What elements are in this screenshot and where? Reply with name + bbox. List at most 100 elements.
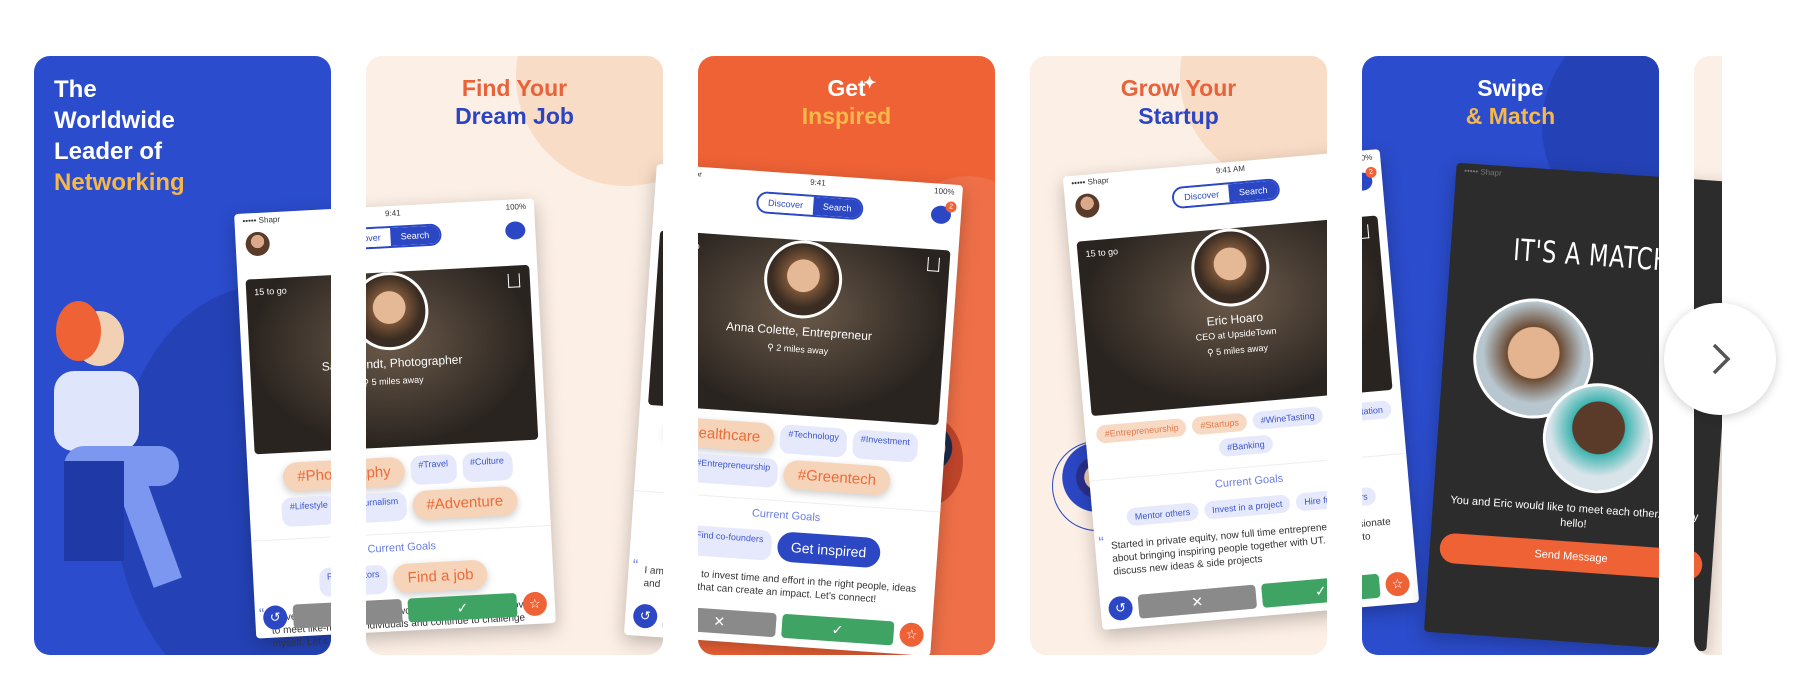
interest-tag[interactable]: #Journalism xyxy=(366,491,408,524)
skip-button[interactable]: ✕ xyxy=(698,605,777,638)
carrier: ••••• Shapr xyxy=(698,167,703,180)
discover-search-toggle[interactable]: Discover Search xyxy=(1171,177,1281,210)
interest-tag[interactable]: #Entrepreneurship xyxy=(1096,417,1188,444)
screenshot-card-4[interactable]: Grow YourStartup••••• Shapr9:41 AM100% D… xyxy=(1030,56,1327,655)
match-title: IT'S A MATCH xyxy=(1694,231,1699,281)
interest-tag[interactable]: #Travel xyxy=(409,453,457,486)
star-button[interactable]: ☆ xyxy=(522,591,548,617)
profile-card[interactable]: 15 to go Eric Hoaro CEO at UpsideTown ⚲ … xyxy=(1362,215,1393,417)
send-message-button[interactable]: Send Message xyxy=(1438,532,1659,581)
tab-search[interactable]: Search xyxy=(390,225,440,246)
goal-chip[interactable]: Invest in a project xyxy=(1203,494,1292,520)
profile-photo xyxy=(1188,225,1273,310)
interest-tag[interactable]: #Entrepreneurship xyxy=(698,452,779,489)
undo-button[interactable]: ↺ xyxy=(1107,595,1134,622)
match-message: You and Eric would like to meet each oth… xyxy=(1694,494,1699,524)
discover-search-toggle[interactable]: Discover Search xyxy=(366,223,442,251)
title-line: Leader of xyxy=(54,138,163,165)
screenshot-card-1[interactable]: The Worldwide Leader of Networking ••••• Sha… xyxy=(34,56,331,655)
location: ⚲ 5 miles away xyxy=(1362,332,1389,369)
title-line: Swipe xyxy=(1477,75,1544,101)
interest-tag[interactable]: #Banking xyxy=(1218,434,1274,458)
skip-button[interactable]: ✕ xyxy=(292,598,331,629)
screenshot-card-2[interactable]: Find YourDream Job ••••• Shapr9:41100% Di… xyxy=(366,56,663,655)
undo-button[interactable]: ↺ xyxy=(262,604,288,631)
profile-card[interactable]: 15 to go Anna Colette, Entrepreneur ⚲ 2 … xyxy=(698,230,951,426)
profile-photo xyxy=(761,237,845,321)
interest-tag[interactable]: #Technology xyxy=(779,424,848,458)
goal-chip[interactable]: Find a job xyxy=(392,559,489,594)
profile-card[interactable]: 15 to go Sarah Lindt, Photographer ⚲ 5 m… xyxy=(245,264,331,455)
goal-chip[interactable]: Find co-founders xyxy=(698,524,773,561)
star-button[interactable]: ☆ xyxy=(898,621,925,648)
interest-tag[interactable]: #Startups xyxy=(1191,412,1248,436)
title-line: Grow Your xyxy=(1120,75,1237,101)
accept-button[interactable]: ✓ xyxy=(1362,573,1381,608)
tab-discover[interactable]: Discover xyxy=(757,193,814,215)
interest-tag[interactable]: #Photography xyxy=(366,456,406,492)
interest-tag[interactable]: #Greentech xyxy=(782,459,891,496)
avatar[interactable] xyxy=(245,231,271,257)
share-icon[interactable] xyxy=(927,257,940,272)
profile-card[interactable]: 15 to go Sarah Lindt, Photographer ⚲ 5 m… xyxy=(366,264,539,455)
card-title: Find Your Dream Job xyxy=(366,74,663,130)
goal-chip[interactable]: Mentor others xyxy=(1126,502,1199,527)
interest-tag[interactable]: #Photography xyxy=(282,456,331,492)
interest-tag[interactable]: #Healthcare xyxy=(698,416,776,453)
accept-button[interactable]: ✓ xyxy=(1261,573,1327,608)
battery: 100% xyxy=(505,201,527,212)
battery: 100% xyxy=(1362,152,1373,164)
location: ⚲ 5 miles away xyxy=(366,369,535,395)
interest-tag[interactable]: #Lifestyle xyxy=(281,495,331,528)
title-line: Startup xyxy=(1138,103,1219,129)
remaining-count: 15 to go xyxy=(253,285,287,298)
tab-discover[interactable]: Discover xyxy=(366,227,392,249)
carrier: ••••• Shapr xyxy=(1071,175,1110,188)
share-icon[interactable] xyxy=(1362,224,1370,240)
tab-discover[interactable]: Discover xyxy=(1173,184,1230,208)
profile-name: Sarah Lindt, Photographer xyxy=(321,352,331,374)
star-button[interactable]: ☆ xyxy=(1384,571,1411,598)
status-bar: ••••• Shapr xyxy=(1694,163,1722,199)
interest-tag[interactable]: #Culture xyxy=(461,450,513,483)
match-title: IT'S A MATCH xyxy=(1512,232,1659,279)
phone-mockup: ••••• Shapr9:41100% DiscoverSearch 2 15 … xyxy=(698,163,964,655)
chat-icon[interactable]: 2 xyxy=(930,201,957,225)
next-button[interactable] xyxy=(1664,303,1776,415)
tab-search[interactable]: Search xyxy=(1228,180,1279,203)
goal-chip[interactable]: Hire freelancers xyxy=(1295,486,1327,512)
screenshot-card-5[interactable]: Swipe& Match ••••• Shapr9:41 AM100% Disco… xyxy=(1362,56,1659,655)
card-title: Grow Your Startup xyxy=(1030,74,1327,130)
screenshot-carousel[interactable]: The Worldwide Leader of Networking ••••• Sha… xyxy=(0,56,1722,655)
chat-icon[interactable] xyxy=(504,220,526,240)
accept-button[interactable]: ✓ xyxy=(780,613,895,646)
skip-button[interactable]: ✕ xyxy=(662,605,663,638)
goal-chip[interactable]: Find mentors xyxy=(318,564,331,598)
tab-search[interactable]: Search xyxy=(812,196,863,219)
profile-card[interactable]: 15 to go Eric Hoaro CEO at UpsideTown ⚲ … xyxy=(1076,215,1327,417)
tag-list: #Healthcare#Technology#Investment#Entrep… xyxy=(635,404,663,503)
card-title: The Worldwide Leader of Networking xyxy=(54,74,331,198)
title-line: Get xyxy=(827,75,866,101)
discover-search-toggle[interactable]: Discover Search xyxy=(755,190,865,221)
profile-card[interactable]: 15 to go Anna Colette, Entrepreneur ⚲ 2 … xyxy=(648,230,663,426)
clock: 9:41 xyxy=(809,177,827,188)
card-title: Swipe & Match xyxy=(1362,74,1659,130)
screenshot-card-3[interactable]: GetInspired ✦ ••••• Shapr 9:41 100% Discover… xyxy=(698,56,995,655)
interest-tag[interactable]: #Adventure xyxy=(411,485,518,521)
chat-icon[interactable]: 2 xyxy=(1362,166,1378,192)
phone-mockup: ••••• Shapr9:41100% DiscoverSearch 2 15 … xyxy=(623,163,663,655)
goal-chip[interactable]: Get inspired xyxy=(775,531,882,569)
skip-button[interactable]: ✕ xyxy=(1137,584,1258,619)
clock: 9:41 xyxy=(384,208,401,219)
interest-tag[interactable]: #Meditation xyxy=(1362,400,1392,424)
interest-tag[interactable]: #WineTasting xyxy=(1252,406,1324,431)
title-line: Find Your xyxy=(461,75,568,101)
title-line: Inspired xyxy=(801,103,892,129)
interest-tag[interactable]: #Investment xyxy=(851,429,919,463)
share-icon[interactable] xyxy=(507,273,521,288)
phone-mockup: ••••• Shapr9:41100% DiscoverSearch 15 to… xyxy=(366,198,556,639)
avatar[interactable] xyxy=(1074,192,1101,219)
goal-chip[interactable]: Find mentors xyxy=(366,564,389,598)
undo-button[interactable]: ↺ xyxy=(632,603,659,629)
